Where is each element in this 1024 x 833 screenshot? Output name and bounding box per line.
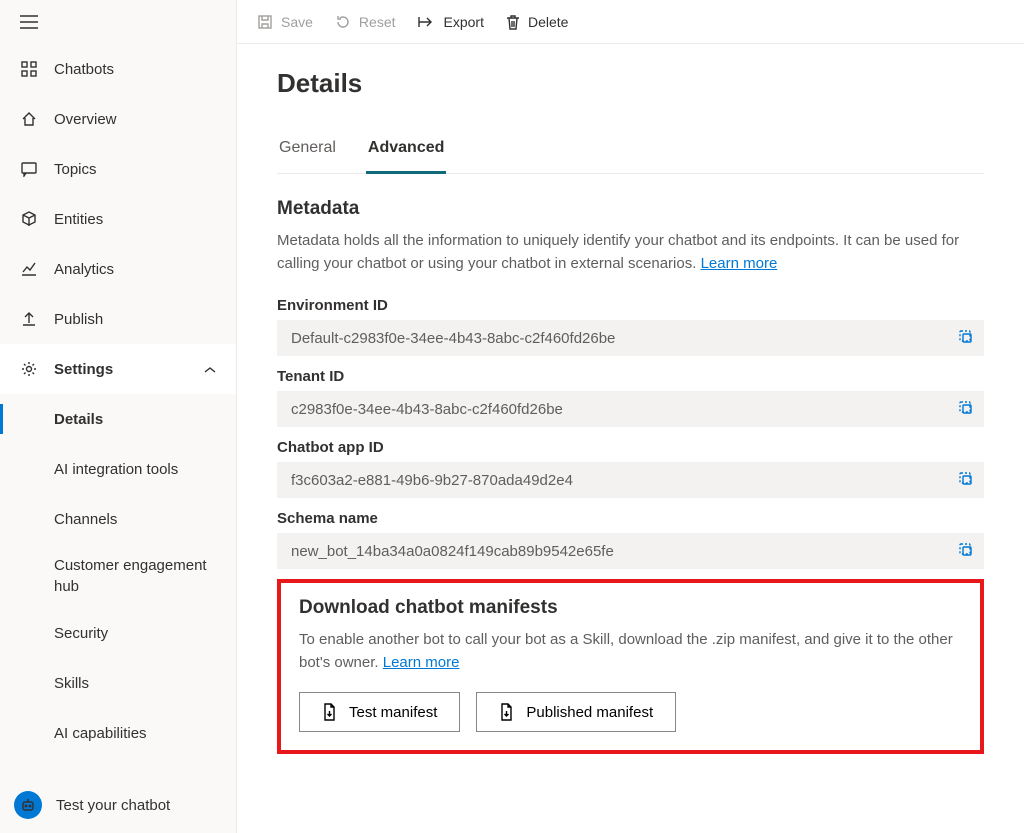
copy-button[interactable] [957, 541, 974, 562]
nav-label: AI integration tools [54, 461, 178, 478]
cube-icon [20, 211, 38, 227]
chevron-up-icon [204, 361, 216, 378]
delete-button[interactable]: Delete [506, 14, 568, 30]
export-icon [418, 15, 436, 29]
copy-icon [957, 328, 974, 345]
schema-name-label: Schema name [277, 510, 984, 527]
button-label: Published manifest [526, 704, 653, 721]
upload-icon [20, 311, 38, 327]
manifests-section: Download chatbot manifests To enable ano… [277, 579, 984, 754]
env-id-label: Environment ID [277, 297, 984, 314]
tenant-id-label: Tenant ID [277, 368, 984, 385]
button-label: Test manifest [349, 704, 437, 721]
nav-label: Settings [54, 361, 113, 378]
nav-label: Security [54, 625, 108, 642]
document-download-icon [499, 703, 514, 721]
sidebar-item-topics[interactable]: Topics [0, 144, 236, 194]
main: Save Reset Export Delete Details General… [237, 0, 1024, 833]
nav-label: Chatbots [54, 61, 114, 78]
tab-general[interactable]: General [277, 131, 338, 173]
nav-label: Topics [54, 161, 97, 178]
nav-label: Overview [54, 111, 117, 128]
trash-icon [506, 14, 520, 30]
button-label: Export [444, 14, 484, 30]
document-download-icon [322, 703, 337, 721]
copy-button[interactable] [957, 328, 974, 349]
app-id-field: f3c603a2-e881-49b6-9b27-870ada49d2e4 [277, 462, 984, 498]
copy-icon [957, 470, 974, 487]
button-label: Reset [359, 14, 396, 30]
hamburger-button[interactable] [0, 0, 236, 44]
nav-label: Details [54, 411, 103, 428]
nav-label: Skills [54, 675, 89, 692]
manifests-learn-more-link[interactable]: Learn more [383, 654, 460, 671]
save-icon [257, 14, 273, 30]
published-manifest-button[interactable]: Published manifest [476, 692, 676, 732]
sidebar-item-publish[interactable]: Publish [0, 294, 236, 344]
copy-icon [957, 399, 974, 416]
button-label: Save [281, 14, 313, 30]
metadata-learn-more-link[interactable]: Learn more [701, 255, 778, 272]
schema-name-field: new_bot_14ba34a0a0824f149cab89b9542e65fe [277, 533, 984, 569]
sidebar-sub-security[interactable]: Security [0, 608, 236, 658]
test-chatbot-button[interactable]: Test your chatbot [0, 777, 236, 833]
manifests-heading: Download chatbot manifests [299, 597, 962, 619]
reset-button: Reset [335, 14, 396, 30]
sidebar-item-settings[interactable]: Settings [0, 344, 236, 394]
sidebar-sub-skills[interactable]: Skills [0, 658, 236, 708]
nav-label: AI capabilities [54, 725, 147, 742]
export-button[interactable]: Export [418, 14, 484, 30]
nav-label: Publish [54, 311, 103, 328]
sidebar-sub-ai-integration[interactable]: AI integration tools [0, 444, 236, 494]
sidebar-sub-channels[interactable]: Channels [0, 494, 236, 544]
footer-label: Test your chatbot [56, 797, 170, 814]
tabs: General Advanced [277, 131, 984, 174]
save-button: Save [257, 14, 313, 30]
manifest-buttons: Test manifest Published manifest [299, 692, 962, 732]
sidebar-sub-customer-engagement[interactable]: Customer engagement hub [0, 544, 236, 608]
app-id-value: f3c603a2-e881-49b6-9b27-870ada49d2e4 [291, 472, 573, 489]
sidebar-sub-details[interactable]: Details [0, 394, 236, 444]
nav-list: Chatbots Overview Topics Entities Analyt… [0, 44, 236, 777]
sidebar-item-overview[interactable]: Overview [0, 94, 236, 144]
chat-icon [20, 161, 38, 177]
sidebar-item-chatbots[interactable]: Chatbots [0, 44, 236, 94]
nav-label: Channels [54, 511, 117, 528]
reset-icon [335, 14, 351, 30]
schema-name-value: new_bot_14ba34a0a0824f149cab89b9542e65fe [291, 543, 614, 560]
tab-advanced[interactable]: Advanced [366, 131, 446, 174]
chart-icon [20, 261, 38, 277]
sidebar-item-analytics[interactable]: Analytics [0, 244, 236, 294]
env-id-value: Default-c2983f0e-34ee-4b43-8abc-c2f460fd… [291, 330, 615, 347]
copy-button[interactable] [957, 470, 974, 491]
sidebar-item-entities[interactable]: Entities [0, 194, 236, 244]
page-title: Details [277, 68, 984, 99]
copy-button[interactable] [957, 399, 974, 420]
toolbar: Save Reset Export Delete [237, 0, 1024, 44]
hamburger-icon [20, 15, 38, 29]
tenant-id-value: c2983f0e-34ee-4b43-8abc-c2f460fd26be [291, 401, 563, 418]
test-manifest-button[interactable]: Test manifest [299, 692, 460, 732]
gear-icon [20, 361, 38, 377]
copy-icon [957, 541, 974, 558]
env-id-field: Default-c2983f0e-34ee-4b43-8abc-c2f460fd… [277, 320, 984, 356]
content: Details General Advanced Metadata Metada… [237, 44, 1024, 833]
nav-label: Customer engagement hub [54, 555, 216, 597]
nav-label: Analytics [54, 261, 114, 278]
app-id-label: Chatbot app ID [277, 439, 984, 456]
grid-icon [20, 61, 38, 77]
nav-label: Entities [54, 211, 103, 228]
tenant-id-field: c2983f0e-34ee-4b43-8abc-c2f460fd26be [277, 391, 984, 427]
manifests-description: To enable another bot to call your bot a… [299, 629, 962, 674]
sidebar-sub-ai-capabilities[interactable]: AI capabilities [0, 708, 236, 758]
button-label: Delete [528, 14, 568, 30]
bot-icon [14, 791, 42, 819]
sidebar: Chatbots Overview Topics Entities Analyt… [0, 0, 237, 833]
home-icon [20, 111, 38, 127]
metadata-heading: Metadata [277, 198, 984, 220]
metadata-description: Metadata holds all the information to un… [277, 230, 984, 275]
